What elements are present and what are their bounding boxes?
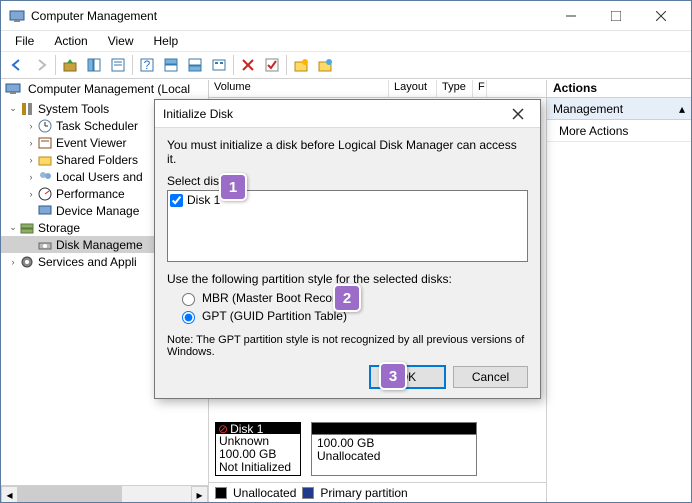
collapse-icon[interactable]: ⌄ [7,222,19,233]
back-button[interactable] [5,53,29,77]
new-folder-button[interactable] [289,53,313,77]
legend-unallocated: Unallocated [233,486,296,500]
col-volume[interactable]: Volume [209,80,389,97]
minimize-button[interactable] [548,1,593,30]
actions-pane: Actions Management ▴ More Actions [547,80,691,502]
menu-action[interactable]: Action [46,32,95,50]
actions-more[interactable]: More Actions [547,120,691,142]
help-icon-button[interactable] [313,53,337,77]
actions-header: Actions [547,80,691,98]
callout-2: 2 [333,284,361,312]
users-icon [37,169,53,185]
delete-button[interactable] [236,53,260,77]
dialog-note: Note: The GPT partition style is not rec… [167,334,528,358]
disk1-checkbox[interactable] [170,194,183,207]
legend-swatch-primary [302,487,314,499]
dialog-close-button[interactable] [504,100,532,128]
expand-icon[interactable]: › [25,138,37,148]
tree-systools[interactable]: System Tools [38,102,109,116]
volume-card[interactable]: 100.00 GB Unallocated [311,422,477,476]
close-button[interactable] [638,1,683,30]
view-bottom-button[interactable] [183,53,207,77]
expand-icon[interactable]: › [25,189,37,199]
gpt-label: GPT (GUID Partition Table) [202,309,347,323]
disk-icon [37,237,53,253]
check-button[interactable] [260,53,284,77]
collapse-caret-icon: ▴ [679,102,685,116]
dialog-message: You must initialize a disk before Logica… [167,138,528,166]
expand-icon[interactable]: › [25,121,37,131]
clock-icon [37,118,53,134]
menu-file[interactable]: File [7,32,42,50]
maximize-button[interactable] [593,1,638,30]
expand-icon[interactable]: › [7,257,19,267]
app-icon [9,8,25,24]
column-headers: Volume Layout Type F [209,80,546,98]
up-button[interactable] [58,53,82,77]
legend: Unallocated Primary partition [209,482,546,502]
tree-users[interactable]: Local Users and [56,170,143,184]
collapse-icon[interactable]: ⌄ [7,103,19,114]
legend-swatch-unallocated [215,487,227,499]
tree-event[interactable]: Event Viewer [56,136,126,150]
mbr-label: MBR (Master Boot Record) [202,291,347,305]
forward-button[interactable] [29,53,53,77]
scroll-right-button[interactable]: ▸ [191,486,208,502]
cancel-button[interactable]: Cancel [453,366,528,388]
tree-task[interactable]: Task Scheduler [56,119,138,133]
settings-button[interactable] [207,53,231,77]
refresh-button[interactable]: ? [135,53,159,77]
legend-primary: Primary partition [320,486,407,500]
performance-icon [37,186,53,202]
disk-list: Disk 1 [167,190,528,262]
scroll-thumb[interactable] [18,486,122,502]
initialize-disk-dialog: Initialize Disk You must initialize a di… [154,99,541,399]
device-icon [37,203,53,219]
view-top-button[interactable] [159,53,183,77]
col-layout[interactable]: Layout [389,80,437,97]
tools-icon [19,101,35,117]
tree-services[interactable]: Services and Appli [38,255,137,269]
toolbar: ? [1,51,691,79]
event-icon [37,135,53,151]
tree-storage[interactable]: Storage [38,221,80,235]
services-icon [19,254,35,270]
dialog-title: Initialize Disk [163,107,504,121]
callout-3: 3 [379,362,407,390]
col-type[interactable]: Type [437,80,473,97]
title-bar: Computer Management [1,1,691,31]
menu-bar: File Action View Help [1,31,691,51]
disk1-label: Disk 1 [187,193,220,207]
disk-summary-card[interactable]: ⊘Disk 1 Unknown 100.00 GB Not Initialize… [215,422,301,476]
expand-icon[interactable]: › [25,172,37,182]
properties-button[interactable] [106,53,130,77]
tree-shared[interactable]: Shared Folders [56,153,138,167]
storage-icon [19,220,35,236]
scroll-left-button[interactable]: ◂ [1,486,18,502]
expand-icon[interactable]: › [25,155,37,165]
folder-icon [37,152,53,168]
tree-perf[interactable]: Performance [56,187,125,201]
show-hide-tree-button[interactable] [82,53,106,77]
window-title: Computer Management [31,9,548,23]
gpt-radio[interactable] [182,311,195,324]
menu-view[interactable]: View [100,32,142,50]
mbr-radio[interactable] [182,293,195,306]
callout-1: 1 [219,173,247,201]
computer-icon [5,81,21,97]
menu-help[interactable]: Help [146,32,187,50]
actions-section[interactable]: Management ▴ [547,98,691,120]
tree-diskmgmt[interactable]: Disk Manageme [56,238,143,252]
tree-device[interactable]: Device Manage [56,204,139,218]
volume-status: Unallocated [317,450,471,463]
horizontal-scrollbar[interactable]: ◂ ▸ [1,485,208,502]
svg-text:?: ? [144,58,151,72]
disk-init-status: Not Initialized [219,461,297,474]
tree-root[interactable]: Computer Management (Local [28,82,190,96]
col-fs[interactable]: F [473,80,487,97]
